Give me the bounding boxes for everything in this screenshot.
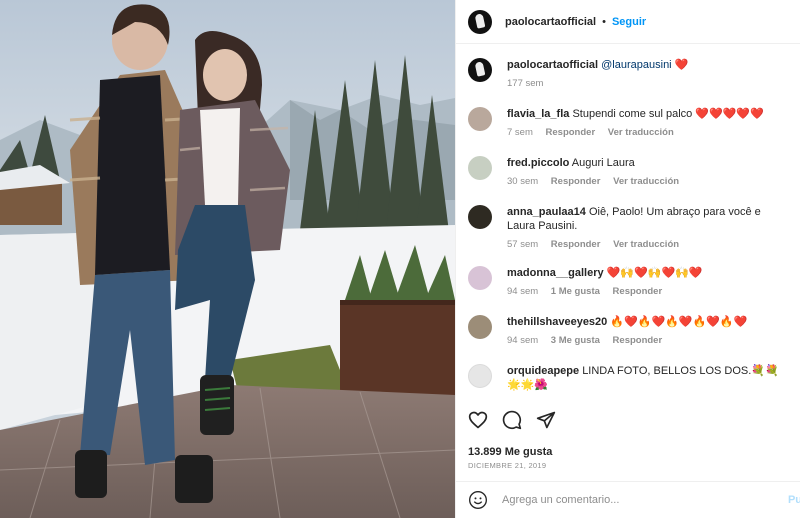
author-username[interactable]: paolocartaofficial <box>505 16 596 28</box>
reply-button[interactable]: Responder <box>613 286 663 297</box>
follow-button[interactable]: Seguir <box>612 16 646 28</box>
comment-row: fred.piccolo Auguri Laura 30 sem Respond… <box>468 156 788 189</box>
caption-mention[interactable]: @laurapausini <box>601 59 672 71</box>
header-separator: • <box>602 15 606 28</box>
comment-text: Stupendi come sul palco ❤️❤️❤️❤️❤️ <box>572 108 764 120</box>
commenter-avatar[interactable] <box>468 156 492 180</box>
commenter-avatar[interactable] <box>468 266 492 290</box>
photo-illustration <box>0 0 455 518</box>
post-header: paolocartaofficial • Seguir <box>456 0 800 44</box>
caption-time[interactable]: 177 sem <box>507 78 543 89</box>
comment-composer: Agrega un comentario... Pu <box>456 481 800 518</box>
translate-button[interactable]: Ver traducción <box>608 127 674 138</box>
comment-username[interactable]: thehillshaveeyes20 <box>507 316 607 328</box>
comment-time[interactable]: 30 sem <box>507 176 538 187</box>
comment-text: ❤️🙌❤️🙌❤️🙌❤️ <box>606 267 703 279</box>
comment-text: 🔥❤️🔥❤️🔥❤️🔥❤️🔥❤️ <box>610 316 748 328</box>
comment-username[interactable]: orquideapepe <box>507 365 579 377</box>
comment-likes[interactable]: 1 Me gusta <box>551 286 600 297</box>
commenter-avatar[interactable] <box>468 205 492 229</box>
comment-time[interactable]: 94 sem <box>507 286 538 297</box>
comment-time[interactable]: 94 sem <box>507 335 538 346</box>
comment-row: thehillshaveeyes20 🔥❤️🔥❤️🔥❤️🔥❤️🔥❤️ 94 se… <box>468 315 788 348</box>
reply-button[interactable]: Responder <box>546 127 596 138</box>
comment-row: anna_paulaa14 Oiê, Paolo! Um abraço para… <box>468 205 788 252</box>
comment-row: orquideapepe LINDA FOTO, BELLOS LOS DOS.… <box>468 364 788 392</box>
commenter-avatar[interactable] <box>468 364 492 388</box>
commenter-avatar[interactable] <box>468 315 492 339</box>
translate-button[interactable]: Ver traducción <box>613 176 679 187</box>
comment-username[interactable]: fred.piccolo <box>507 157 569 169</box>
commenter-avatar[interactable] <box>468 107 492 131</box>
share-icon[interactable] <box>536 410 556 430</box>
comments-list[interactable]: paolocartaofficial @laurapausini ❤️ 177 … <box>456 44 800 402</box>
reply-button[interactable]: Responder <box>551 176 601 187</box>
comment-icon[interactable] <box>502 410 522 430</box>
heart-icon[interactable] <box>468 410 488 430</box>
likes-count[interactable]: 13.899 Me gusta <box>468 446 552 458</box>
caption-emoji: ❤️ <box>674 59 689 71</box>
comment-username[interactable]: flavia_la_fla <box>507 108 569 120</box>
caption-username[interactable]: paolocartaofficial <box>507 59 598 71</box>
post-photo[interactable] <box>0 0 455 518</box>
emoji-icon[interactable] <box>468 490 488 510</box>
post-panel: paolocartaofficial • Seguir paolocartaof… <box>455 0 800 518</box>
comment-row: flavia_la_fla Stupendi come sul palco ❤️… <box>468 107 788 140</box>
translate-button[interactable]: Ver traducción <box>613 239 679 250</box>
reply-button[interactable]: Responder <box>551 239 601 250</box>
comment-row: madonna__gallery ❤️🙌❤️🙌❤️🙌❤️ 94 sem 1 Me… <box>468 266 788 299</box>
caption-avatar[interactable] <box>468 58 492 82</box>
caption-row: paolocartaofficial @laurapausini ❤️ 177 … <box>468 58 788 91</box>
post-button[interactable]: Pu <box>788 494 800 506</box>
comment-input[interactable]: Agrega un comentario... <box>502 494 788 506</box>
comment-username[interactable]: madonna__gallery <box>507 267 604 279</box>
post-actions <box>468 410 788 430</box>
comment-time[interactable]: 57 sem <box>507 239 538 250</box>
comment-time[interactable]: 7 sem <box>507 127 533 138</box>
author-avatar[interactable] <box>468 9 492 34</box>
post-date[interactable]: DICIEMBRE 21, 2019 <box>468 461 546 470</box>
reply-button[interactable]: Responder <box>613 335 663 346</box>
comment-likes[interactable]: 3 Me gusta <box>551 335 600 346</box>
comment-text: Auguri Laura <box>571 157 635 169</box>
comment-username[interactable]: anna_paulaa14 <box>507 206 586 218</box>
